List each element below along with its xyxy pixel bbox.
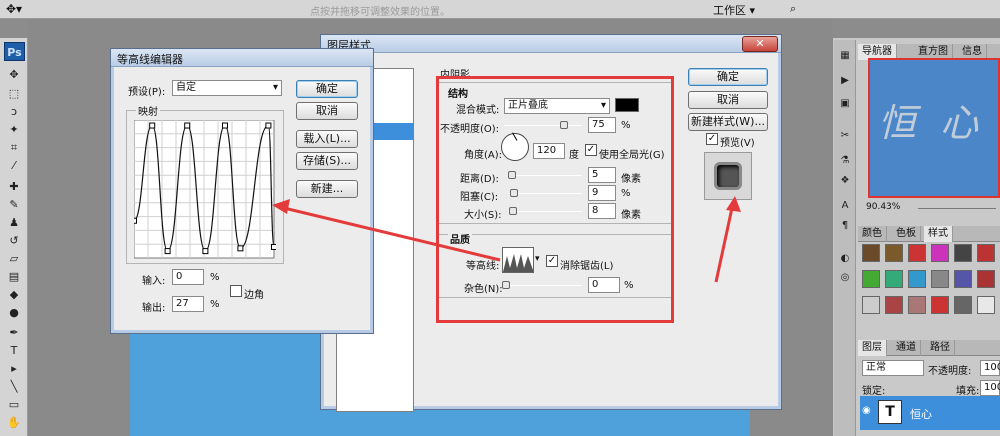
annotation-arrows bbox=[272, 196, 741, 283]
arrow-to-preview bbox=[714, 207, 734, 283]
arrow-head-left bbox=[272, 199, 290, 214]
arrow-head-up bbox=[726, 196, 741, 212]
arrow-to-contour-graph bbox=[283, 206, 501, 262]
